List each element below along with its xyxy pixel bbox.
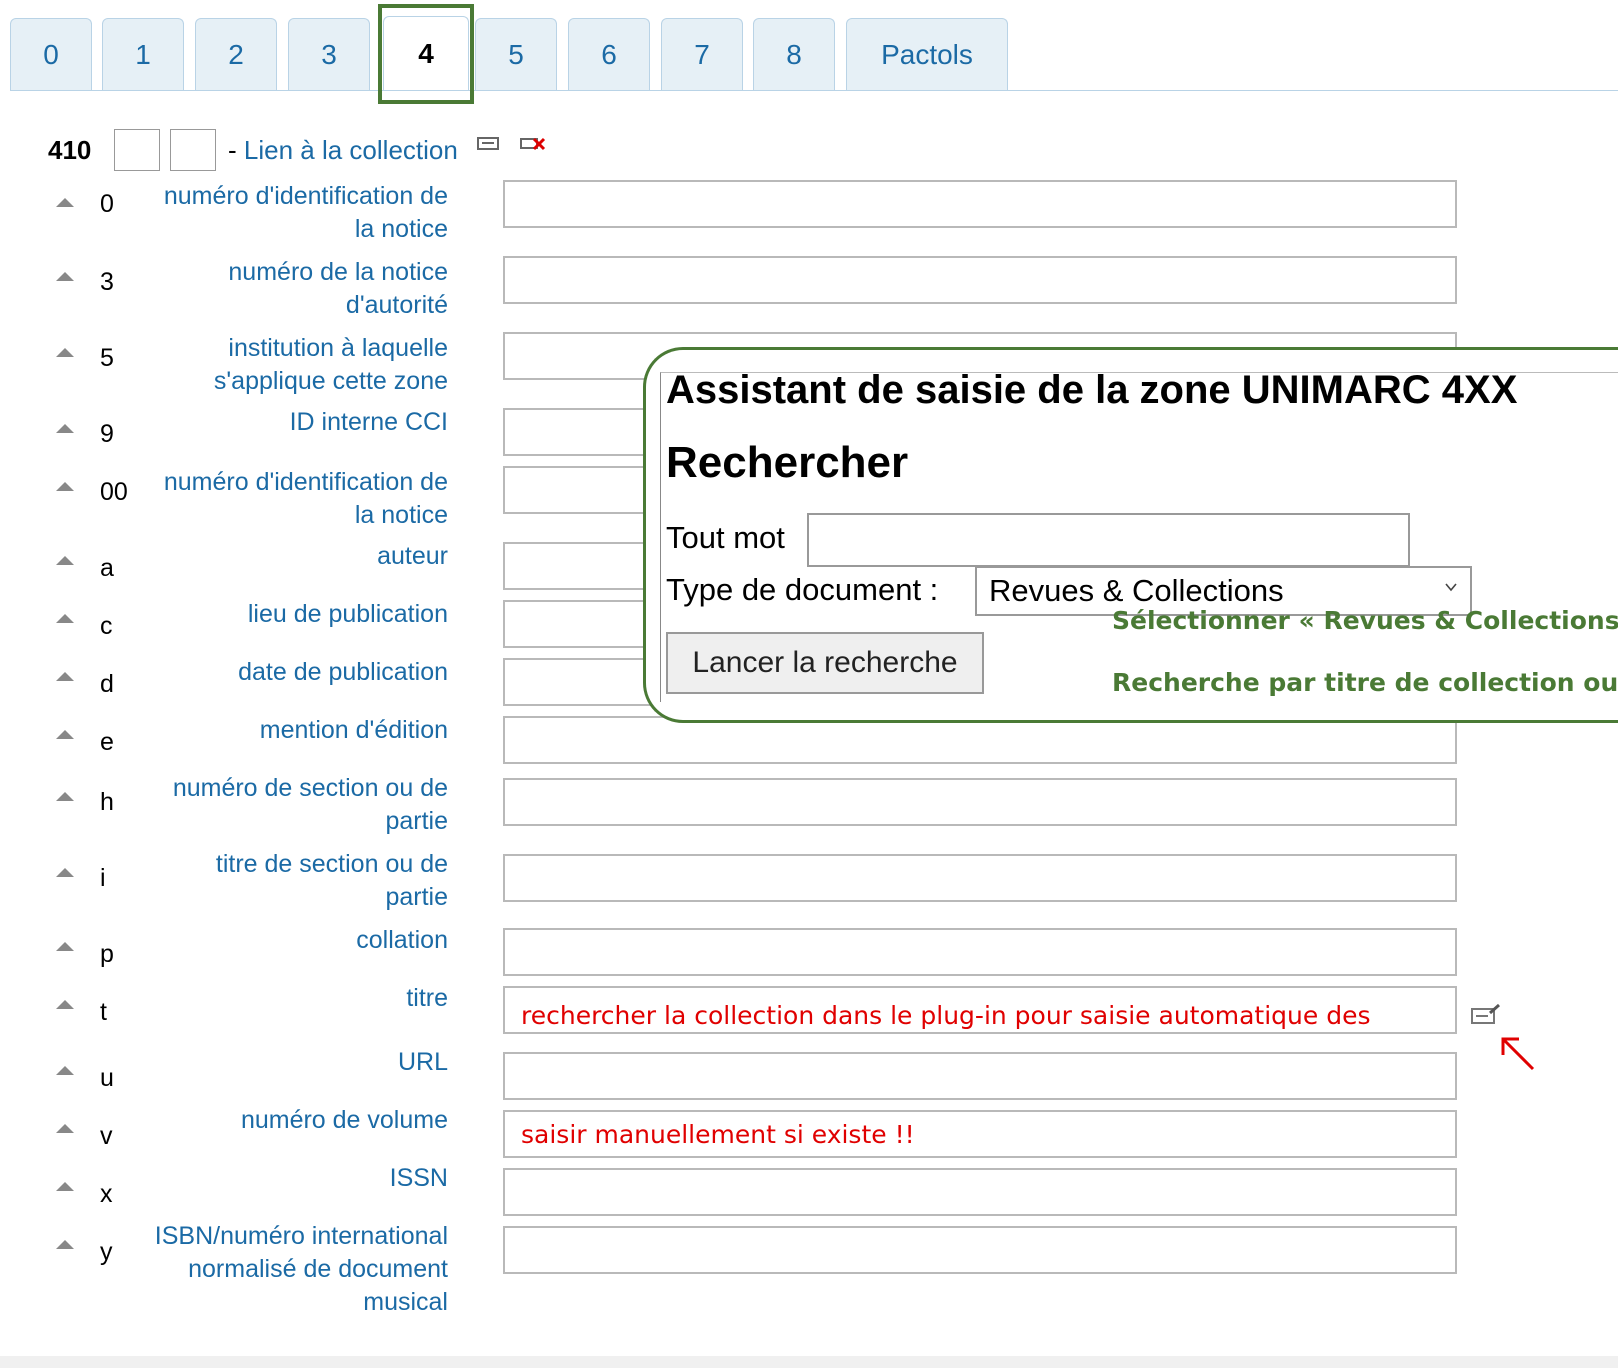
instruction-note-1: Sélectionner « Revues & Collections » <box>1112 606 1618 635</box>
move-up-icon[interactable] <box>56 942 74 951</box>
subfield-label: mention d'édition <box>259 716 448 744</box>
move-up-icon[interactable] <box>56 1240 74 1249</box>
subfield-code: a <box>100 554 114 582</box>
subfield-y-input[interactable] <box>503 1226 1457 1274</box>
subfield-label: titre <box>406 984 448 1012</box>
field-description: - Lien à la collection <box>228 135 458 166</box>
subfield-label: date de publication <box>238 658 448 686</box>
scrollbar-track[interactable] <box>0 1356 1618 1368</box>
move-up-icon[interactable] <box>56 348 74 357</box>
subfield-u-input[interactable] <box>503 1052 1457 1100</box>
subfield-label: numéro d'identification de la notice <box>163 468 448 529</box>
subfield-code: c <box>100 612 113 640</box>
move-up-icon[interactable] <box>56 1182 74 1191</box>
volume-annotation: saisir manuellement si existe !! <box>521 1119 915 1149</box>
move-up-icon[interactable] <box>56 482 74 491</box>
tab-0[interactable]: 0 <box>10 18 92 90</box>
tab-8[interactable]: 8 <box>753 18 835 90</box>
move-up-icon[interactable] <box>56 556 74 565</box>
subfield-label: collation <box>356 926 448 954</box>
field-description-text: Lien à la collection <box>243 134 458 165</box>
move-up-icon[interactable] <box>56 792 74 801</box>
subfield-label: numéro de volume <box>240 1106 448 1134</box>
field-dash: - <box>228 134 237 165</box>
move-up-icon[interactable] <box>56 1000 74 1009</box>
move-up-icon[interactable] <box>56 272 74 281</box>
subfield-label: numéro de section ou de partie <box>172 774 448 835</box>
tab-1[interactable]: 1 <box>102 18 184 90</box>
subfield-code: t <box>100 998 107 1026</box>
subfield-label: ID interne CCI <box>289 408 448 436</box>
assistant-subtitle: Rechercher <box>666 438 909 487</box>
tab-6[interactable]: 6 <box>568 18 650 90</box>
red-arrow-annotation-icon <box>1497 1033 1537 1073</box>
subfield-code: d <box>100 670 114 698</box>
chevron-down-icon <box>1445 583 1457 592</box>
move-up-icon[interactable] <box>56 198 74 207</box>
subfield-code: 0 <box>100 190 114 218</box>
tab-4[interactable]: 4 <box>383 16 469 90</box>
subfield-h-input[interactable] <box>503 778 1457 826</box>
subfield-code: x <box>100 1180 113 1208</box>
subfield-code: e <box>100 728 114 756</box>
move-up-icon[interactable] <box>56 1066 74 1075</box>
any-word-input[interactable] <box>807 513 1410 567</box>
tab-3[interactable]: 3 <box>288 18 370 90</box>
move-up-icon[interactable] <box>56 1124 74 1133</box>
instruction-note-2: Recherche par titre de collection ou ISS… <box>1112 668 1618 697</box>
search-button[interactable]: Lancer la recherche <box>666 632 984 694</box>
tab-7[interactable]: 7 <box>661 18 743 90</box>
move-up-icon[interactable] <box>56 424 74 433</box>
plugin-edit-icon[interactable] <box>1470 1003 1502 1027</box>
subfield-t-input[interactable]: rechercher la collection dans le plug-in… <box>503 986 1457 1034</box>
subfield-code: i <box>100 864 106 892</box>
move-up-icon[interactable] <box>56 672 74 681</box>
subfield-label: URL <box>397 1048 448 1076</box>
subfield-label: titre de section ou de partie <box>215 850 448 911</box>
subfield-i-input[interactable] <box>503 854 1457 902</box>
titre-annotation: rechercher la collection dans le plug-in… <box>521 1001 1371 1030</box>
doc-type-label: Type de document : <box>666 572 939 607</box>
indicator-2-input[interactable] <box>170 129 216 171</box>
assistant-title: Assistant de saisie de la zone UNIMARC 4… <box>666 368 1518 412</box>
subfield-e-input[interactable] <box>503 716 1457 764</box>
subfield-x-input[interactable] <box>503 1168 1457 1216</box>
delete-field-icon[interactable] <box>519 135 546 153</box>
subfield-code: u <box>100 1064 114 1092</box>
subfield-p-input[interactable] <box>503 928 1457 976</box>
tab-pactols[interactable]: Pactols <box>846 18 1008 90</box>
subfield-v-input[interactable]: saisir manuellement si existe !! <box>503 1110 1457 1158</box>
clone-field-icon[interactable] <box>476 135 502 153</box>
field-410-header: 410 - Lien à la collection <box>48 128 546 172</box>
subfield-code: p <box>100 940 114 968</box>
move-up-icon[interactable] <box>56 614 74 623</box>
move-up-icon[interactable] <box>56 730 74 739</box>
subfield-code: v <box>100 1122 113 1150</box>
subfield-3-input[interactable] <box>503 256 1457 304</box>
subfield-label: numéro d'identification de la notice <box>163 182 448 243</box>
tab-2[interactable]: 2 <box>195 18 277 90</box>
subfield-code: y <box>100 1238 113 1266</box>
field-tag: 410 <box>48 134 92 165</box>
doc-type-selected: Revues & Collections <box>989 573 1284 608</box>
move-up-icon[interactable] <box>56 868 74 877</box>
subfield-code: h <box>100 788 114 816</box>
subfield-label: auteur <box>377 542 448 570</box>
subfield-label: numéro de la notice d'autorité <box>228 258 448 319</box>
subfield-label: ISBN/numéro international normalisé de d… <box>154 1222 448 1316</box>
subfield-code: 3 <box>100 268 114 296</box>
any-word-label: Tout mot <box>666 520 785 555</box>
subfield-0-input[interactable] <box>503 180 1457 228</box>
subfield-code: 5 <box>100 344 114 372</box>
subfield-code: 9 <box>100 420 114 448</box>
subfield-code: 00 <box>100 478 128 506</box>
unimarc-assistant-panel: Assistant de saisie de la zone UNIMARC 4… <box>643 347 1618 723</box>
subfield-label: ISSN <box>389 1164 448 1192</box>
subfield-label: lieu de publication <box>247 600 448 628</box>
indicator-1-input[interactable] <box>114 129 160 171</box>
tab-5[interactable]: 5 <box>475 18 557 90</box>
subfield-label: institution à laquelle s'applique cette … <box>213 334 448 395</box>
tab-bar-baseline <box>10 90 1618 91</box>
